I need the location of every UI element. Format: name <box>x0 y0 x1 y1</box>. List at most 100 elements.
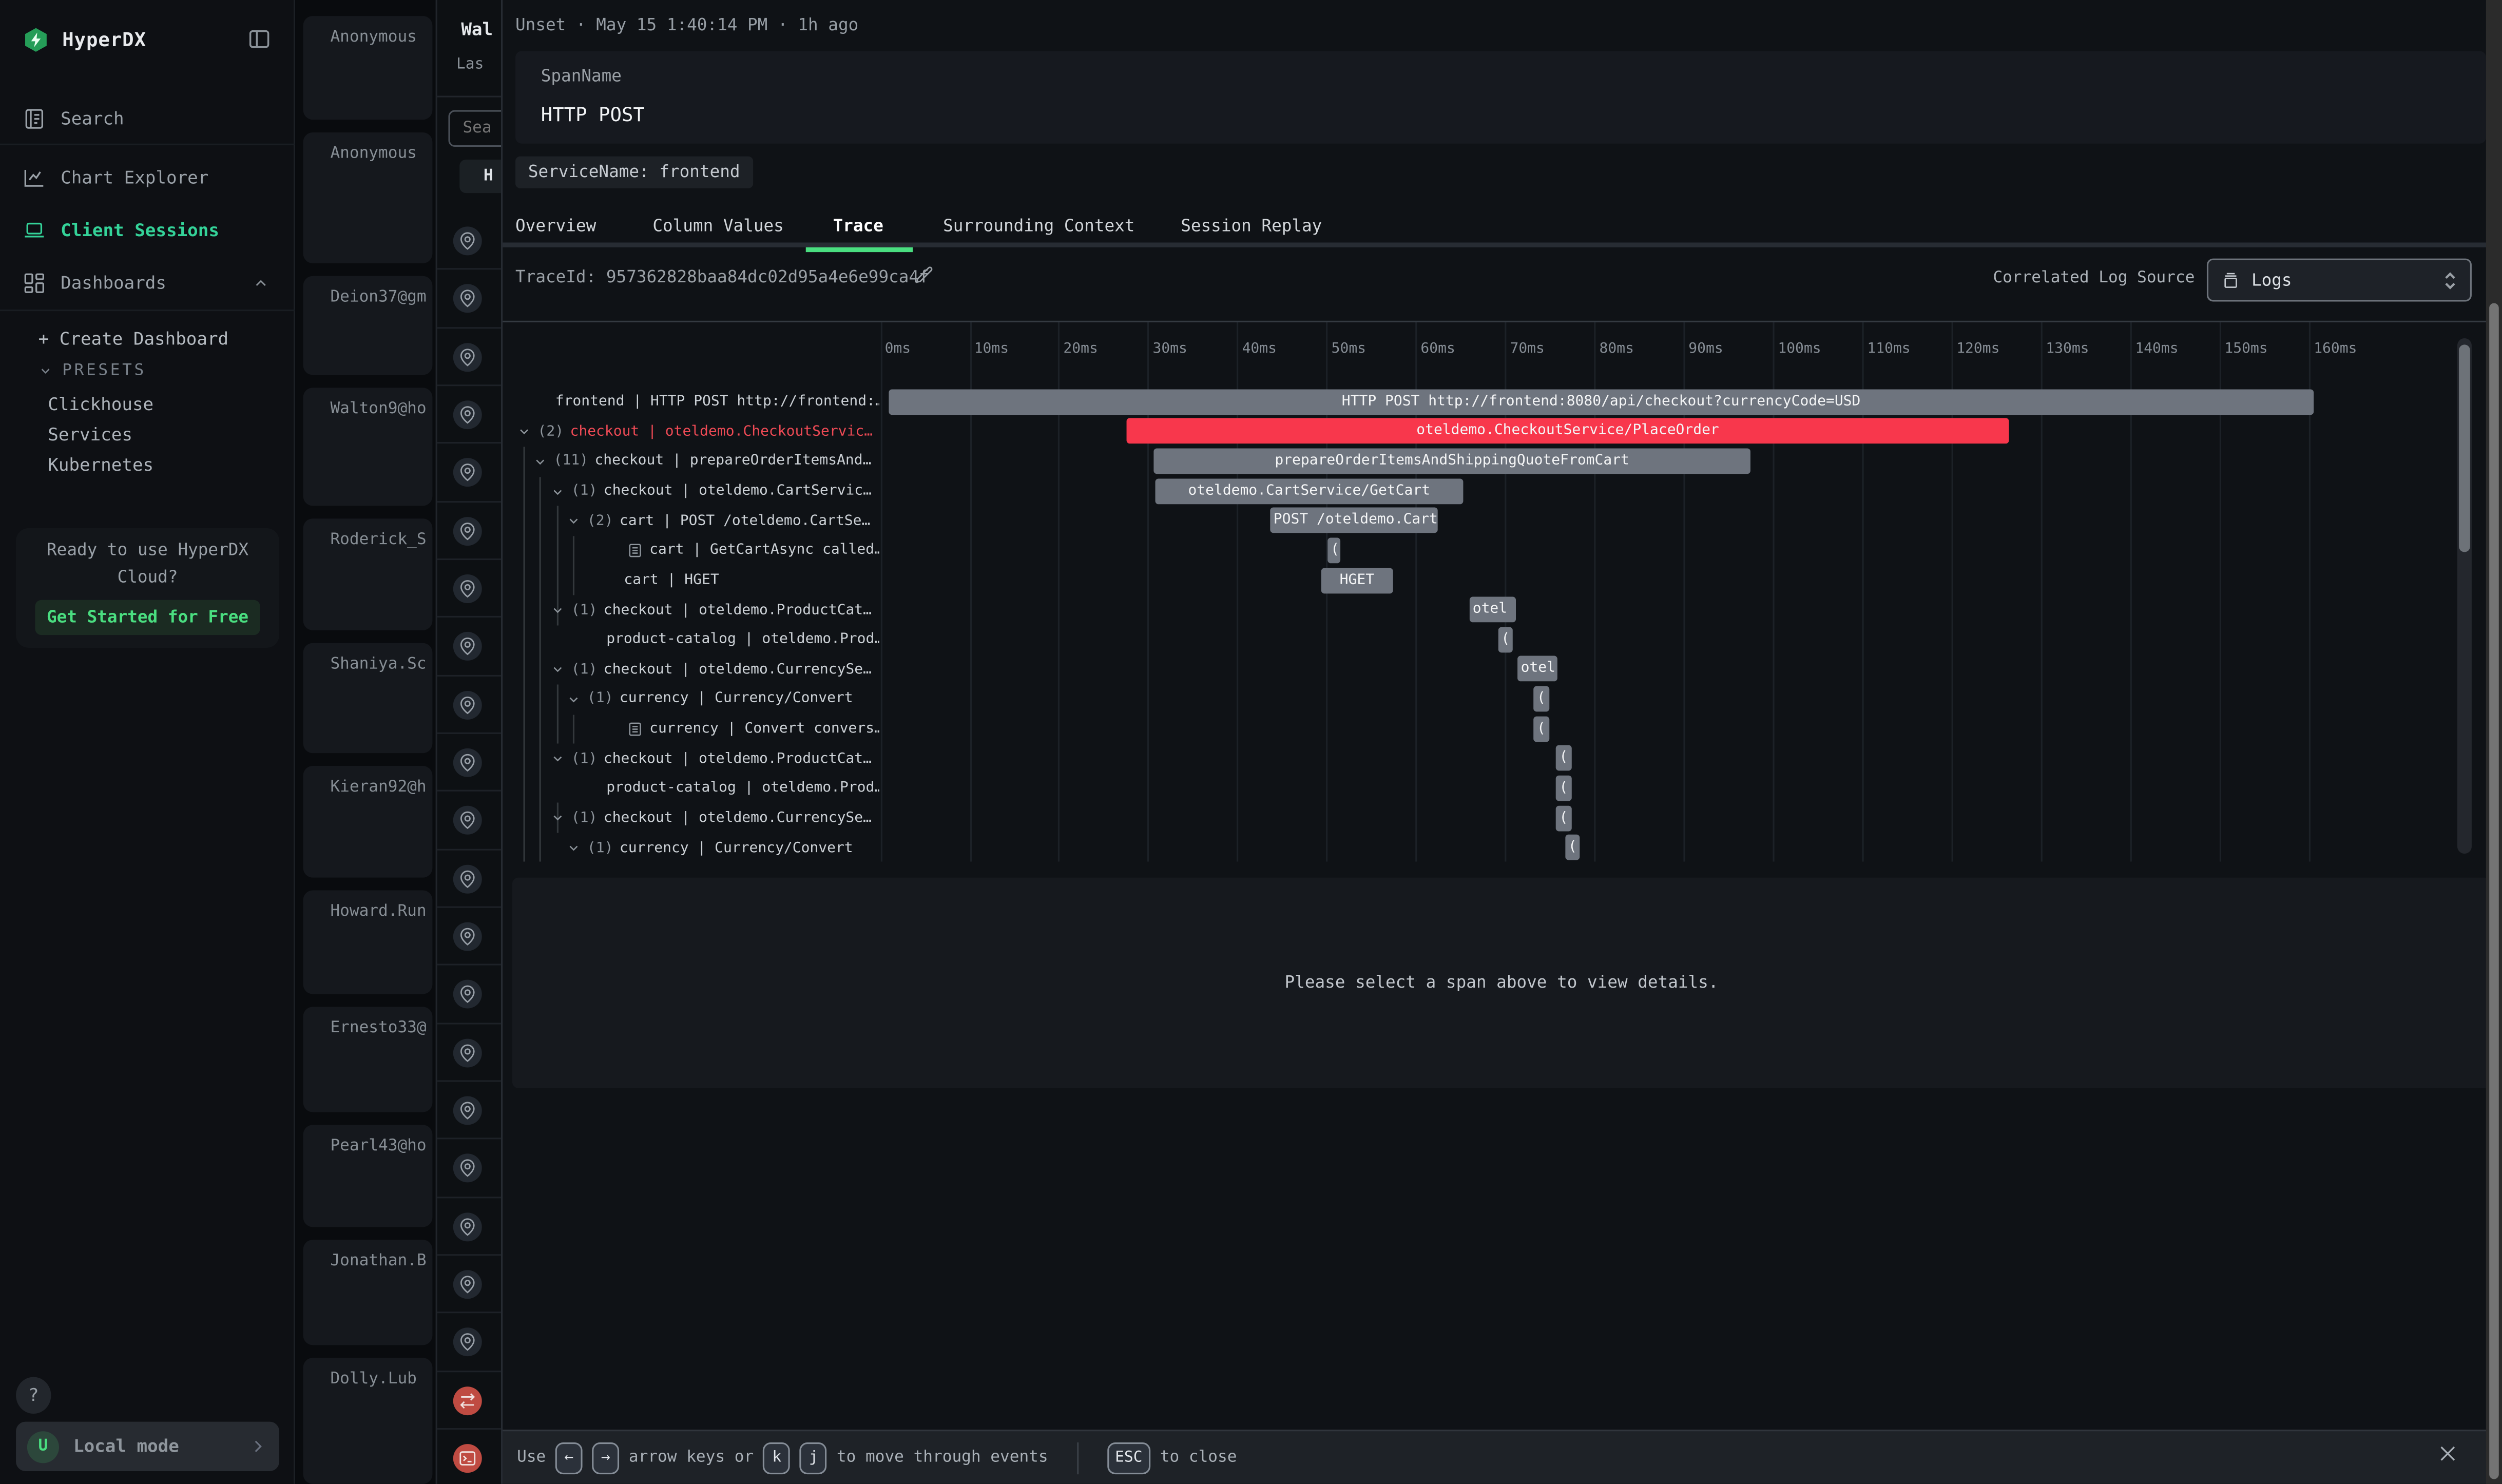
session-event-row[interactable] <box>437 850 501 908</box>
session-card[interactable]: Kieran92@h <box>303 766 433 878</box>
trace-tree-row[interactable]: (1)checkout | oteldemo.CartServic… <box>503 477 879 507</box>
session-event-row[interactable] <box>437 966 501 1024</box>
scrollbar-thumb[interactable] <box>2489 303 2499 1479</box>
session-event-row[interactable] <box>437 1082 501 1140</box>
close-panel-icon[interactable] <box>2437 1442 2459 1465</box>
trace-span-bar[interactable]: ( <box>1327 537 1340 563</box>
preset-services[interactable]: Services <box>48 425 132 445</box>
trace-tree-row[interactable]: (1)checkout | oteldemo.CurrencySe… <box>503 804 879 834</box>
session-card[interactable]: Deion37@gm <box>303 276 433 375</box>
trace-span-bar[interactable]: ( <box>1534 716 1550 741</box>
session-event-row[interactable] <box>437 560 501 618</box>
preset-kubernetes[interactable]: Kubernetes <box>48 455 153 475</box>
trace-scrollbar[interactable] <box>2457 338 2472 854</box>
session-card[interactable]: Ernesto33@ <box>303 1007 433 1112</box>
session-event-row[interactable] <box>437 502 501 560</box>
chevron-down-icon <box>566 514 581 529</box>
trace-span-bar[interactable]: POST /oteldemo.Cart <box>1271 508 1437 533</box>
session-card[interactable]: Howard.Run <box>303 890 433 994</box>
session-card[interactable]: Walton9@ho <box>303 388 433 506</box>
trace-tree-row[interactable]: product-catalog | oteldemo.Prod… <box>503 626 879 656</box>
session-card[interactable]: Jonathan.B <box>303 1240 433 1345</box>
trace-span-bar[interactable]: HTTP POST http://frontend:8080/api/check… <box>889 389 2314 415</box>
trace-span-bar[interactable]: oteldemo.CartService/GetCart <box>1155 478 1463 504</box>
session-event-row[interactable] <box>437 792 501 850</box>
service-name-chip[interactable]: ServiceName: frontend <box>515 157 753 188</box>
session-event-row[interactable] <box>437 1430 501 1484</box>
tab-column-values[interactable]: Column Values <box>652 217 783 236</box>
events-filter-chip[interactable]: H <box>459 160 501 193</box>
sidebar-item-dashboards[interactable]: Dashboards <box>0 263 295 302</box>
trace-tree-row[interactable]: product-catalog | oteldemo.Prod… <box>503 774 879 804</box>
session-event-row[interactable] <box>437 1314 501 1372</box>
span-child-count: (1) <box>587 691 613 707</box>
edit-trace-id-icon[interactable] <box>914 265 935 285</box>
session-event-row[interactable] <box>437 1198 501 1256</box>
session-card[interactable]: Anonymous <box>303 16 433 120</box>
tab-trace[interactable]: Trace <box>833 217 883 236</box>
session-card[interactable]: Pearl43@ho <box>303 1125 433 1227</box>
session-event-row[interactable] <box>437 734 501 792</box>
trace-tree-row[interactable]: (1)currency | Currency/Convert <box>503 685 879 715</box>
session-event-row[interactable] <box>437 1024 501 1082</box>
trace-span-bar[interactable]: ( <box>1565 835 1581 860</box>
session-card[interactable]: Anonymous <box>303 132 433 263</box>
trace-span-bar[interactable]: otel <box>1517 657 1556 682</box>
session-event-row[interactable] <box>437 270 501 328</box>
tab-overview[interactable]: Overview <box>515 217 596 236</box>
trace-tree-row[interactable]: (1)checkout | oteldemo.ProductCat… <box>503 595 879 625</box>
trace-span-bar[interactable]: otel <box>1470 597 1516 623</box>
chevron-down-icon <box>566 841 581 855</box>
trace-tree-row[interactable]: (11)checkout | prepareOrderItemsAnd… <box>503 447 879 477</box>
session-card[interactable]: Shaniya.Sc <box>303 643 433 753</box>
trace-tree-row[interactable]: cart | GetCartAsync called… <box>503 536 879 566</box>
trace-tree-row[interactable]: (1)currency | Currency/Convert <box>503 834 879 862</box>
log-source-select[interactable]: Logs <box>2207 259 2472 302</box>
trace-tree-row[interactable]: frontend | HTTP POST http://frontend:… <box>503 388 879 417</box>
tab-surrounding-context[interactable]: Surrounding Context <box>943 217 1134 236</box>
session-event-row[interactable] <box>437 1372 501 1430</box>
sidebar-item-client-sessions[interactable]: Client Sessions <box>0 210 295 249</box>
scrollbar-thumb[interactable] <box>2459 344 2470 552</box>
session-event-row[interactable] <box>437 908 501 966</box>
trace-span-bar[interactable]: prepareOrderItemsAndShippingQuoteFromCar… <box>1153 448 1751 474</box>
span-bar-label: otel <box>1521 661 1555 677</box>
trace-tree-row[interactable]: (1)checkout | oteldemo.CurrencySe… <box>503 655 879 685</box>
trace-tree-row[interactable]: currency | Convert convers… <box>503 715 879 744</box>
session-event-row[interactable] <box>437 328 501 386</box>
session-event-row[interactable] <box>437 386 501 444</box>
trace-span-bar[interactable]: ( <box>1534 686 1550 712</box>
preset-clickhouse[interactable]: Clickhouse <box>48 394 153 415</box>
presets-toggle[interactable]: PRESETS <box>39 362 146 380</box>
session-card[interactable]: Dolly.Lub <box>303 1358 433 1484</box>
session-card[interactable]: Roderick_S <box>303 518 433 630</box>
sidebar-item-chart-explorer[interactable]: Chart Explorer <box>0 158 295 197</box>
create-dashboard-button[interactable]: + Create Dashboard <box>39 329 229 349</box>
session-event-row[interactable] <box>437 1256 501 1314</box>
sidebar-item-search[interactable]: Search <box>0 99 295 138</box>
trace-tree-row[interactable]: cart | HGET <box>503 566 879 596</box>
user-menu[interactable]: U Local mode <box>16 1422 279 1471</box>
trace-tree-row[interactable]: (1)checkout | oteldemo.ProductCat… <box>503 744 879 774</box>
session-event-row[interactable] <box>437 676 501 734</box>
events-search-input[interactable] <box>448 110 501 146</box>
trace-tree-row[interactable]: (2)cart | POST /oteldemo.CartSe… <box>503 507 879 536</box>
help-button[interactable]: ? <box>16 1377 51 1414</box>
trace-span-bar[interactable]: oteldemo.CheckoutService/PlaceOrder <box>1127 419 2009 445</box>
session-event-row[interactable] <box>437 444 501 502</box>
span-child-count: (1) <box>587 840 613 856</box>
get-started-button[interactable]: Get Started for Free <box>35 600 260 635</box>
session-event-row[interactable] <box>437 1140 501 1198</box>
tab-session-replay[interactable]: Session Replay <box>1181 217 1322 236</box>
trace-span-bar[interactable]: ( <box>1556 745 1572 771</box>
session-event-row[interactable] <box>437 618 501 676</box>
window-scrollbar[interactable] <box>2486 0 2502 1484</box>
trace-span-bar[interactable]: ( <box>1498 627 1512 652</box>
collapse-sidebar-icon[interactable] <box>247 27 272 51</box>
trace-span-bar[interactable]: ( <box>1556 805 1572 831</box>
trace-tree-row[interactable]: (2)checkout | oteldemo.CheckoutServic… <box>503 417 879 447</box>
brand[interactable]: HyperDX <box>23 26 146 54</box>
trace-span-bar[interactable]: ( <box>1556 775 1572 801</box>
session-event-row[interactable] <box>437 212 501 270</box>
trace-span-bar[interactable]: HGET <box>1321 567 1393 593</box>
